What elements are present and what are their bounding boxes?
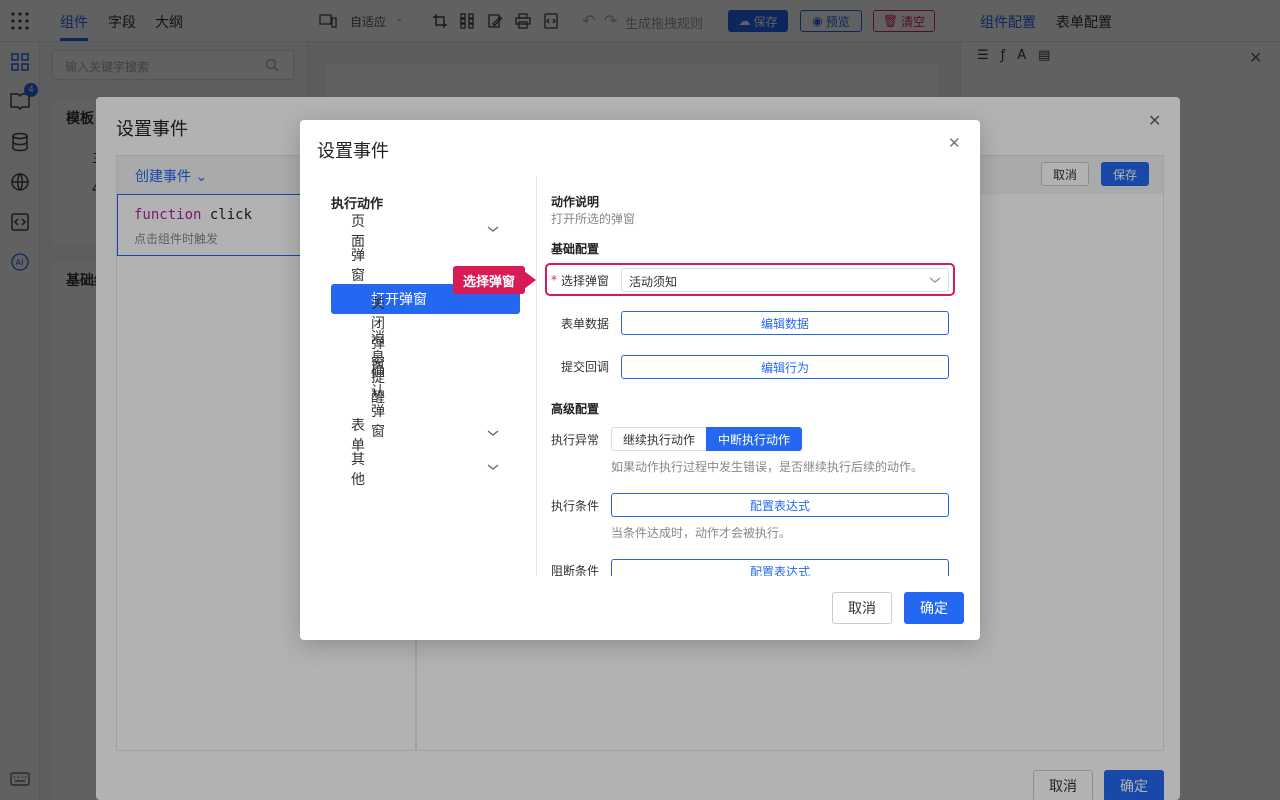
- error-handling-toggle: 继续执行动作 中断执行动作: [611, 427, 802, 451]
- error-handling-label: 执行异常: [551, 433, 600, 447]
- error-hint: 如果动作执行过程中发生错误，是否继续执行后续的动作。: [611, 460, 924, 474]
- condition-hint: 当条件达成时，动作才会被执行。: [611, 526, 792, 540]
- cancel-button[interactable]: 取消: [832, 592, 892, 624]
- chevron-down-icon: [929, 275, 941, 285]
- condition-label: 执行条件: [551, 499, 600, 513]
- tree-item[interactable]: 页面: [351, 214, 365, 250]
- tree-heading: 执行动作: [331, 197, 384, 212]
- block-row-clip: 阻断条件 配置表达式: [550, 558, 970, 576]
- callout-arrow-icon: [524, 271, 536, 289]
- close-icon[interactable]: ✕: [948, 134, 961, 152]
- chevron-down-icon[interactable]: [487, 224, 499, 234]
- tree-item[interactable]: 确认弹窗: [371, 364, 385, 440]
- desc-text: 打开所选的弹窗: [551, 212, 636, 226]
- tree-item[interactable]: 表单: [351, 418, 365, 454]
- required-mark: *: [551, 273, 557, 287]
- tree-item[interactable]: 其他: [351, 452, 365, 488]
- dialog-title: 设置事件: [317, 141, 389, 162]
- form-data-label: 表单数据: [561, 317, 610, 331]
- select-popup-dropdown[interactable]: 活动须知: [621, 268, 949, 292]
- tree-item[interactable]: 弹窗: [351, 248, 365, 284]
- desc-title: 动作说明: [551, 195, 600, 209]
- advanced-config-title: 高级配置: [551, 402, 600, 416]
- edit-behavior-button[interactable]: 编辑行为: [621, 355, 949, 379]
- select-popup-label: 选择弹窗: [561, 274, 610, 288]
- chevron-down-icon[interactable]: [487, 428, 499, 438]
- confirm-button[interactable]: 确定: [904, 592, 964, 624]
- select-popup-value: 活动须知: [629, 275, 678, 289]
- divider: [536, 176, 537, 576]
- abort-option[interactable]: 中断执行动作: [706, 427, 802, 451]
- edit-data-button[interactable]: 编辑数据: [621, 311, 949, 335]
- basic-config-title: 基础配置: [551, 242, 600, 256]
- continue-option[interactable]: 继续执行动作: [611, 427, 706, 451]
- condition-expression-button[interactable]: 配置表达式: [611, 493, 949, 517]
- tree-item-label: 弹窗: [351, 248, 365, 284]
- chevron-down-icon[interactable]: [487, 462, 499, 472]
- callout-label: 选择弹窗: [453, 266, 525, 294]
- submit-callback-label: 提交回调: [561, 360, 610, 374]
- block-expression-button[interactable]: 配置表达式: [611, 559, 949, 576]
- tree-item-label: 确认弹窗: [371, 364, 385, 440]
- tree-item-label: 其他: [351, 452, 365, 488]
- block-condition-label: 阻断条件: [551, 564, 600, 576]
- set-event-dialog: 设置事件 ✕ 执行动作 页面 弹窗 打开弹窗 关闭弹窗 消息提醒 确认弹窗 表单 其他 动作说…: [300, 120, 980, 640]
